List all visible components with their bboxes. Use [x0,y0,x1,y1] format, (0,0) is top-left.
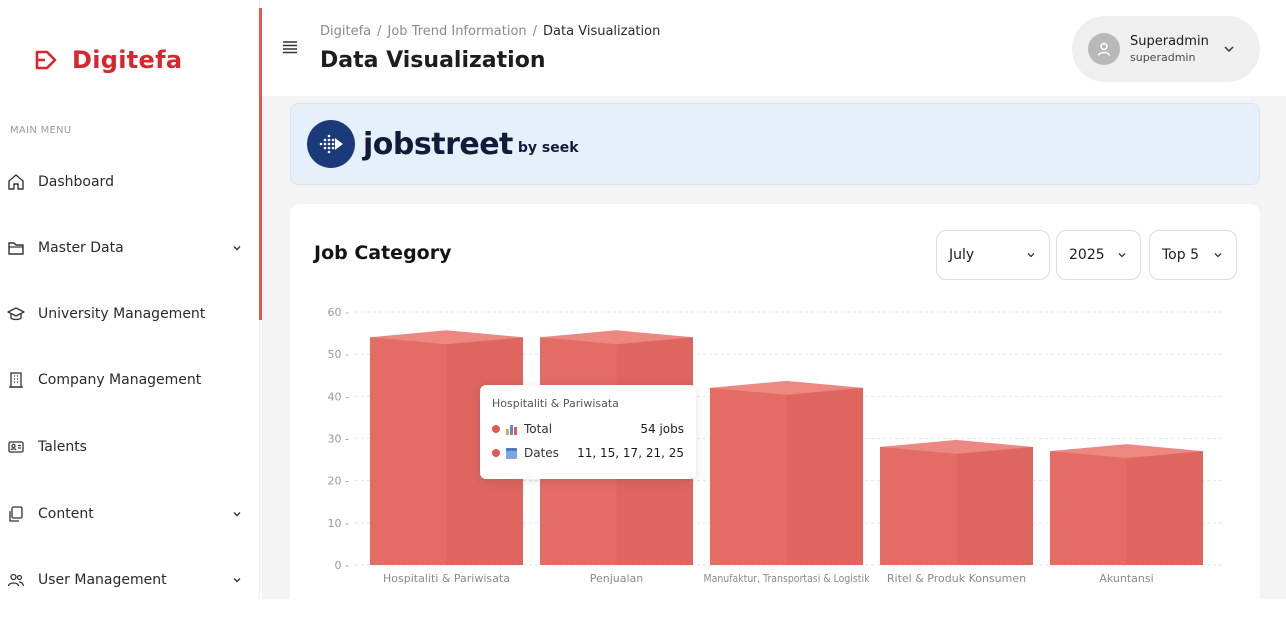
chart-x-axis: Hospitaliti & Pariwisata Penjualan Manufak… [383,572,1154,585]
job-category-chart: 0 - 10 - 20 - 30 - 40 - 50 - 60 - Hospitaliti … [328,306,1222,585]
x-tick-label: Penjualan [590,572,644,585]
chart-bar-side[interactable] [786,387,864,565]
chart-tooltip: Hospitaliti & Pariwisata Total 54 jobs D… [480,385,696,479]
tooltip-row-dates: Dates 11, 15, 17, 21, 25 [492,444,684,462]
series-dot [492,449,500,457]
chart-y-axis: 0 - 10 - 20 - 30 - 40 - 50 - 60 - [328,306,349,572]
y-tick-label: 30 - [328,433,349,446]
tooltip-row-label: Dates [524,446,559,460]
x-tick-label: Manufaktur, Transportasi & Logistik [704,572,871,585]
x-tick-label: Akuntansi [1099,572,1153,585]
tooltip-row-total: Total 54 jobs [492,420,684,438]
tooltip-row-label: Total [524,422,553,436]
series-dot [492,425,500,433]
y-tick-label: 0 - [335,559,349,572]
tooltip-row-value: 54 jobs [640,422,684,436]
y-tick-label: 10 - [328,517,349,530]
y-tick-label: 20 - [328,475,349,488]
x-tick-label: Hospitaliti & Pariwisata [383,572,510,585]
x-tick-label: Ritel & Produk Konsumen [887,572,1026,585]
tooltip-row-value: 11, 15, 17, 21, 25 [577,446,684,460]
y-tick-label: 60 - [328,306,349,319]
chart-bar-side[interactable] [956,446,1034,565]
bar-chart-icon [506,423,518,435]
tooltip-title: Hospitaliti & Pariwisata [492,397,619,410]
y-tick-label: 50 - [328,348,349,361]
y-tick-label: 40 - [328,390,349,403]
chart-bar-side[interactable] [1126,451,1204,565]
calendar-icon [506,447,518,459]
